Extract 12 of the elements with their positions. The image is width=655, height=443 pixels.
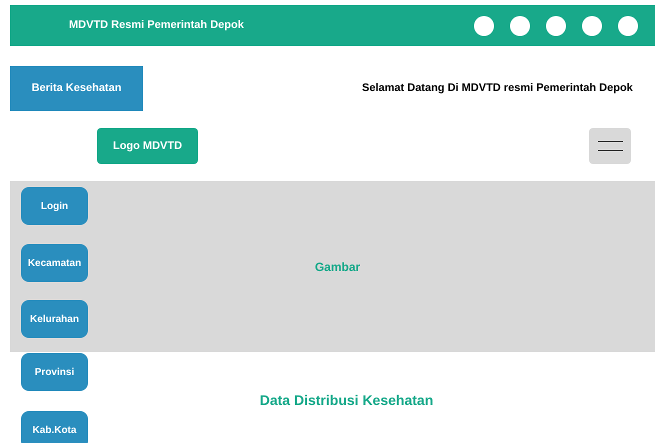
logo-button[interactable]: Logo MDVTD — [97, 128, 198, 164]
news-button[interactable]: Berita Kesehatan — [10, 66, 143, 111]
site-title: MDVTD Resmi Pemerintah Depok — [69, 18, 244, 34]
side-menu-button[interactable]: Kecamatan — [21, 244, 88, 282]
welcome-text: Selamat Datang Di MDVTD resmi Pemerintah Depok — [362, 81, 633, 96]
side-menu-button[interactable]: Kab.Kota — [21, 411, 88, 443]
section-title: Data Distribusi Kesehatan — [260, 391, 434, 410]
side-menu-button[interactable]: Provinsi — [21, 353, 88, 391]
side-menu-button[interactable]: Login — [21, 187, 88, 225]
menu-button[interactable] — [589, 128, 631, 164]
banner-label: Gambar — [314, 258, 360, 276]
side-menu-button[interactable]: Kelurahan — [21, 300, 88, 338]
